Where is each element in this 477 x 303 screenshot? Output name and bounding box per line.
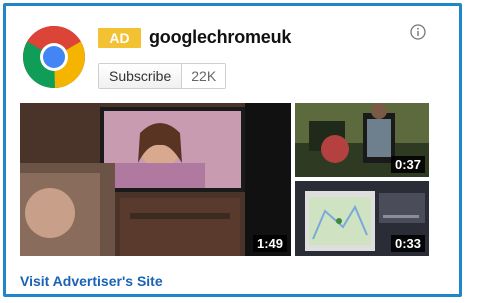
chrome-logo-icon[interactable] [22,25,86,89]
subscriber-count: 22K [182,64,226,88]
subscribe-button[interactable]: Subscribe [99,64,183,88]
ad-badge: AD [98,28,141,48]
subscribe-group: Subscribe 22K [98,63,227,89]
video-thumbnail-3[interactable]: 0:33 [295,181,429,256]
video-duration: 0:37 [390,156,425,173]
channel-name[interactable]: googlechromeuk [149,27,291,48]
video-thumbnail-main[interactable]: 1:49 [20,103,291,256]
video-thumbnail-2[interactable]: 0:37 [295,103,429,177]
info-icon[interactable] [410,24,426,40]
video-duration: 1:49 [252,235,287,252]
visit-advertiser-link[interactable]: Visit Advertiser's Site [20,273,163,289]
video-duration: 0:33 [390,235,425,252]
video-thumbnail-image [20,103,291,256]
